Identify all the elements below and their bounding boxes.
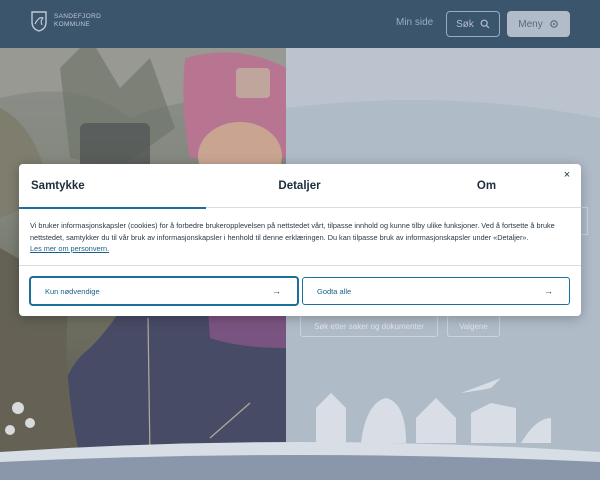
divider	[19, 265, 581, 266]
privacy-link[interactable]: Les mer om personvern.	[30, 244, 109, 253]
tab-about[interactable]: Om	[393, 164, 580, 208]
close-icon[interactable]: ×	[560, 168, 574, 182]
tab-consent[interactable]: Samtykke	[19, 164, 206, 209]
arrow-right-icon: →	[272, 286, 281, 296]
consent-tabs: Samtykke Detaljer Om	[19, 164, 581, 209]
arrow-right-icon: →	[544, 286, 553, 296]
necessary-only-label: Kun nødvendige	[45, 286, 100, 296]
accept-all-label: Godta alle	[317, 286, 352, 296]
accept-all-button[interactable]: Godta alle →	[302, 277, 570, 305]
necessary-only-button[interactable]: Kun nødvendige →	[30, 277, 298, 305]
cookie-consent-dialog: Samtykke Detaljer Om × Vi bruker informa…	[19, 164, 581, 316]
consent-description: Vi bruker informasjonskapsler (cookies) …	[30, 221, 555, 242]
tab-details[interactable]: Detaljer	[206, 164, 393, 208]
consent-body: Vi bruker informasjonskapsler (cookies) …	[30, 220, 572, 255]
